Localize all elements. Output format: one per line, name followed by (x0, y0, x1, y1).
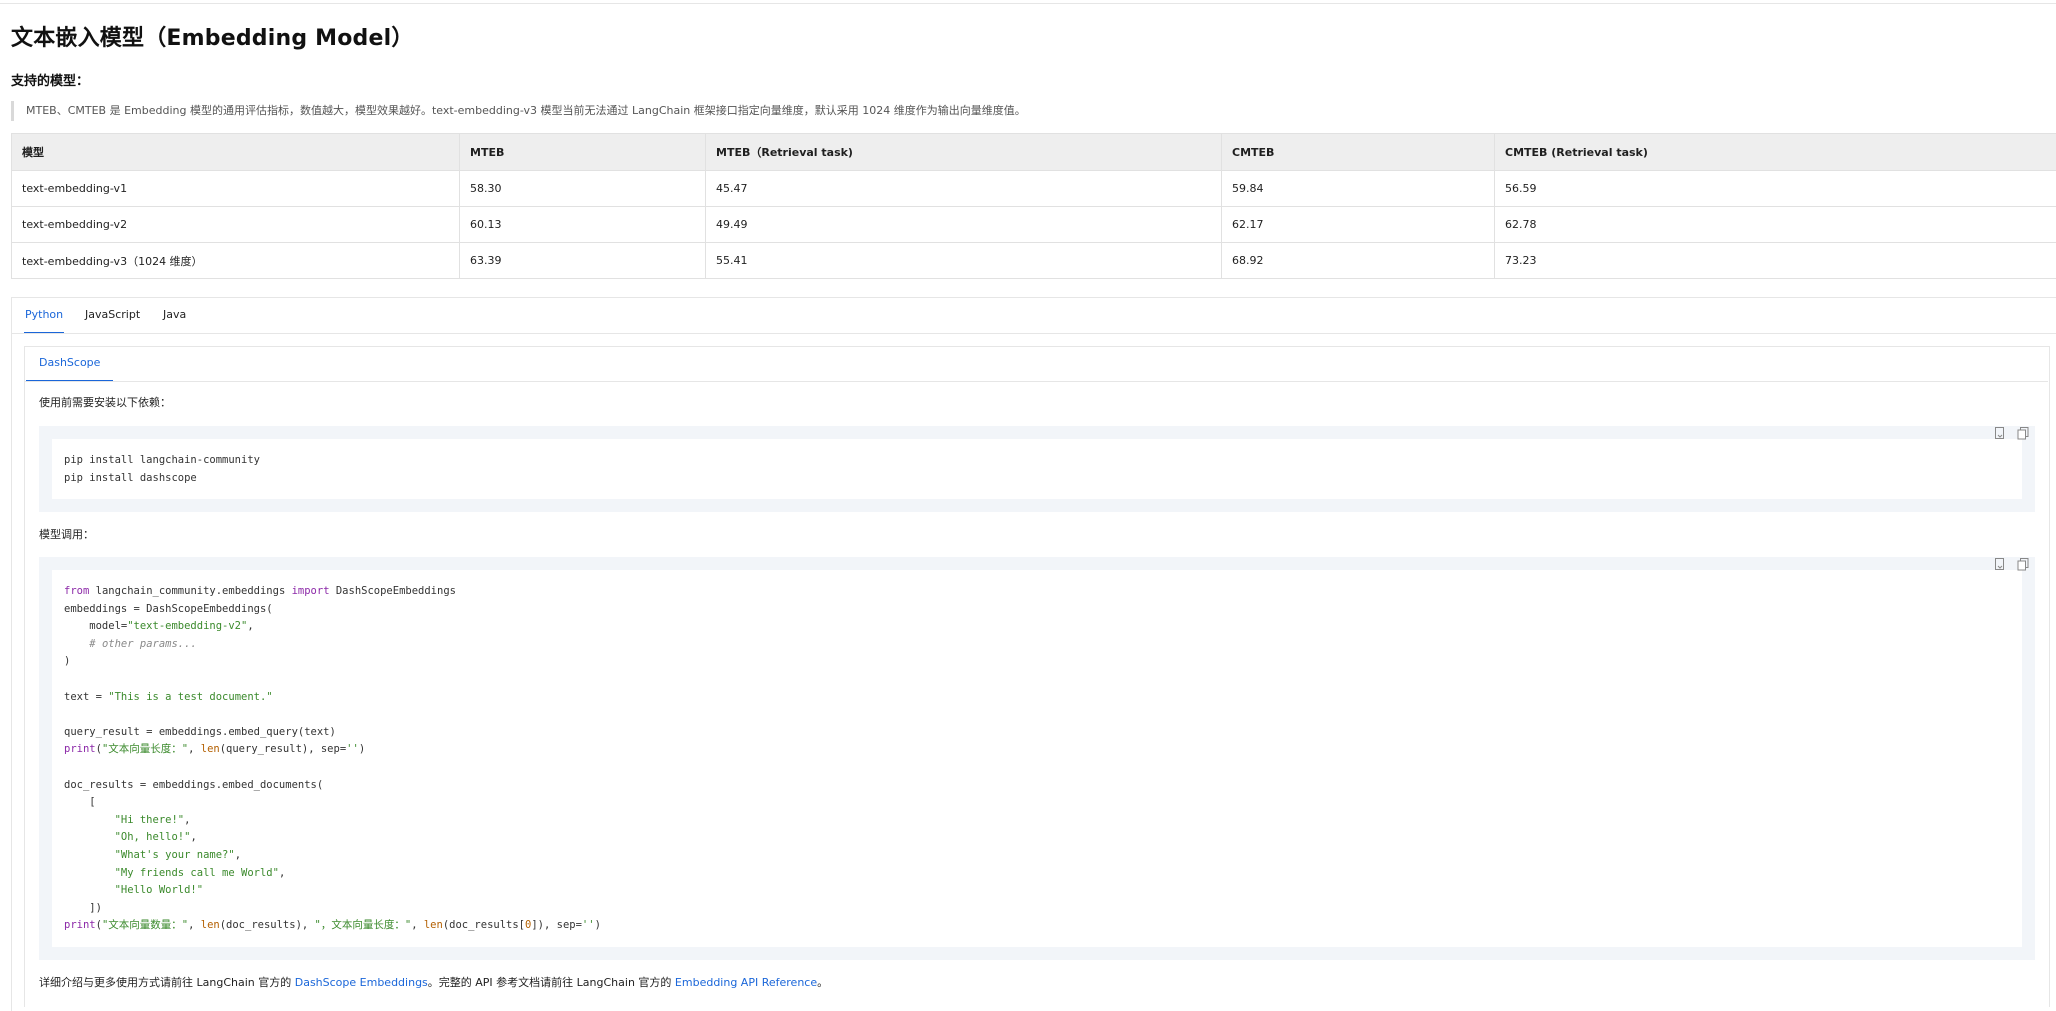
table-cell: 62.78 (1494, 206, 2056, 243)
inner-tabs-divider (25, 381, 2048, 382)
code-line: pip install langchain-community (64, 454, 260, 466)
reference-text: 。完整的 API 参考文档请前往 LangChain 官方的 (427, 976, 675, 989)
table-cell: 56.59 (1494, 170, 2056, 207)
top-divider (0, 3, 2056, 4)
lang-tabs-divider (11, 333, 2056, 334)
table-cell: 55.41 (705, 242, 1222, 279)
reference-paragraph: 详细介绍与更多使用方式请前往 LangChain 官方的 DashScope E… (39, 974, 828, 990)
table-cell: 59.84 (1221, 170, 1495, 207)
copy-icon[interactable] (2016, 426, 2032, 440)
table-cell: 60.13 (459, 206, 706, 243)
lang-tabs-border-left (11, 297, 12, 1011)
table-cell: 49.49 (705, 206, 1222, 243)
code-line: pip install dashscope (64, 471, 197, 484)
table-cell: text-embedding-v2 (11, 206, 460, 243)
column-header-mteb: MTEB (459, 133, 706, 171)
invoke-code-block: from langchain_community.embeddings impo… (39, 557, 2035, 960)
install-code-block: pip install langchain-community pip inst… (39, 426, 2035, 512)
section-subtitle: 支持的模型： (11, 74, 90, 89)
table-row: text-embedding-v2 60.13 49.49 62.17 62.7… (11, 206, 2056, 243)
column-header-mteb-retrieval: MTEB（Retrieval task) (705, 133, 1222, 171)
view-source-icon[interactable] (1993, 426, 2009, 440)
table-header-row: 模型 MTEB MTEB（Retrieval task) CMTEB CMTEB… (11, 133, 2056, 171)
column-header-model: 模型 (11, 133, 460, 171)
table-cell: 62.17 (1221, 206, 1495, 243)
lang-tabs-border-top (11, 297, 2056, 298)
dashscope-embeddings-link[interactable]: DashScope Embeddings (295, 976, 428, 989)
embedding-api-reference-link[interactable]: Embedding API Reference (675, 976, 817, 989)
invoke-label: 模型调用： (39, 528, 94, 541)
tab-dashscope[interactable]: DashScope (26, 348, 114, 382)
view-source-icon[interactable] (1993, 557, 2009, 571)
invoke-code: from langchain_community.embeddings impo… (64, 585, 601, 932)
reference-text: 。 (817, 976, 829, 989)
column-header-cmteb: CMTEB (1221, 133, 1495, 171)
models-table: 模型 MTEB MTEB（Retrieval task) CMTEB CMTEB… (11, 133, 2056, 279)
table-cell: 45.47 (705, 170, 1222, 207)
table-cell: text-embedding-v1 (11, 170, 460, 207)
reference-text: 详细介绍与更多使用方式请前往 LangChain 官方的 (39, 976, 295, 989)
tab-python[interactable]: Python (24, 300, 65, 334)
install-label: 使用前需要安装以下依赖： (39, 396, 171, 409)
copy-icon[interactable] (2016, 557, 2032, 571)
table-cell: 63.39 (459, 242, 706, 279)
table-cell: 73.23 (1494, 242, 2056, 279)
invoke-code-area: from langchain_community.embeddings impo… (52, 570, 2022, 947)
note-blockquote: MTEB、CMTEB 是 Embedding 模型的通用评估指标，数值越大，模型… (11, 101, 1626, 121)
tab-javascript[interactable]: JavaScript (85, 300, 140, 332)
install-code-area: pip install langchain-community pip inst… (52, 439, 2022, 499)
install-code: pip install langchain-community pip inst… (64, 452, 260, 487)
page-title: 文本嵌入模型（Embedding Model） (11, 26, 414, 51)
table-cell: text-embedding-v3（1024 维度） (11, 242, 460, 279)
table-cell: 58.30 (459, 170, 706, 207)
table-cell: 68.92 (1221, 242, 1495, 279)
table-row: text-embedding-v1 58.30 45.47 59.84 56.5… (11, 170, 2056, 207)
column-header-cmteb-retrieval: CMTEB (Retrieval task) (1494, 133, 2056, 171)
table-row: text-embedding-v3（1024 维度） 63.39 55.41 6… (11, 242, 2056, 279)
tab-java[interactable]: Java (163, 300, 186, 332)
